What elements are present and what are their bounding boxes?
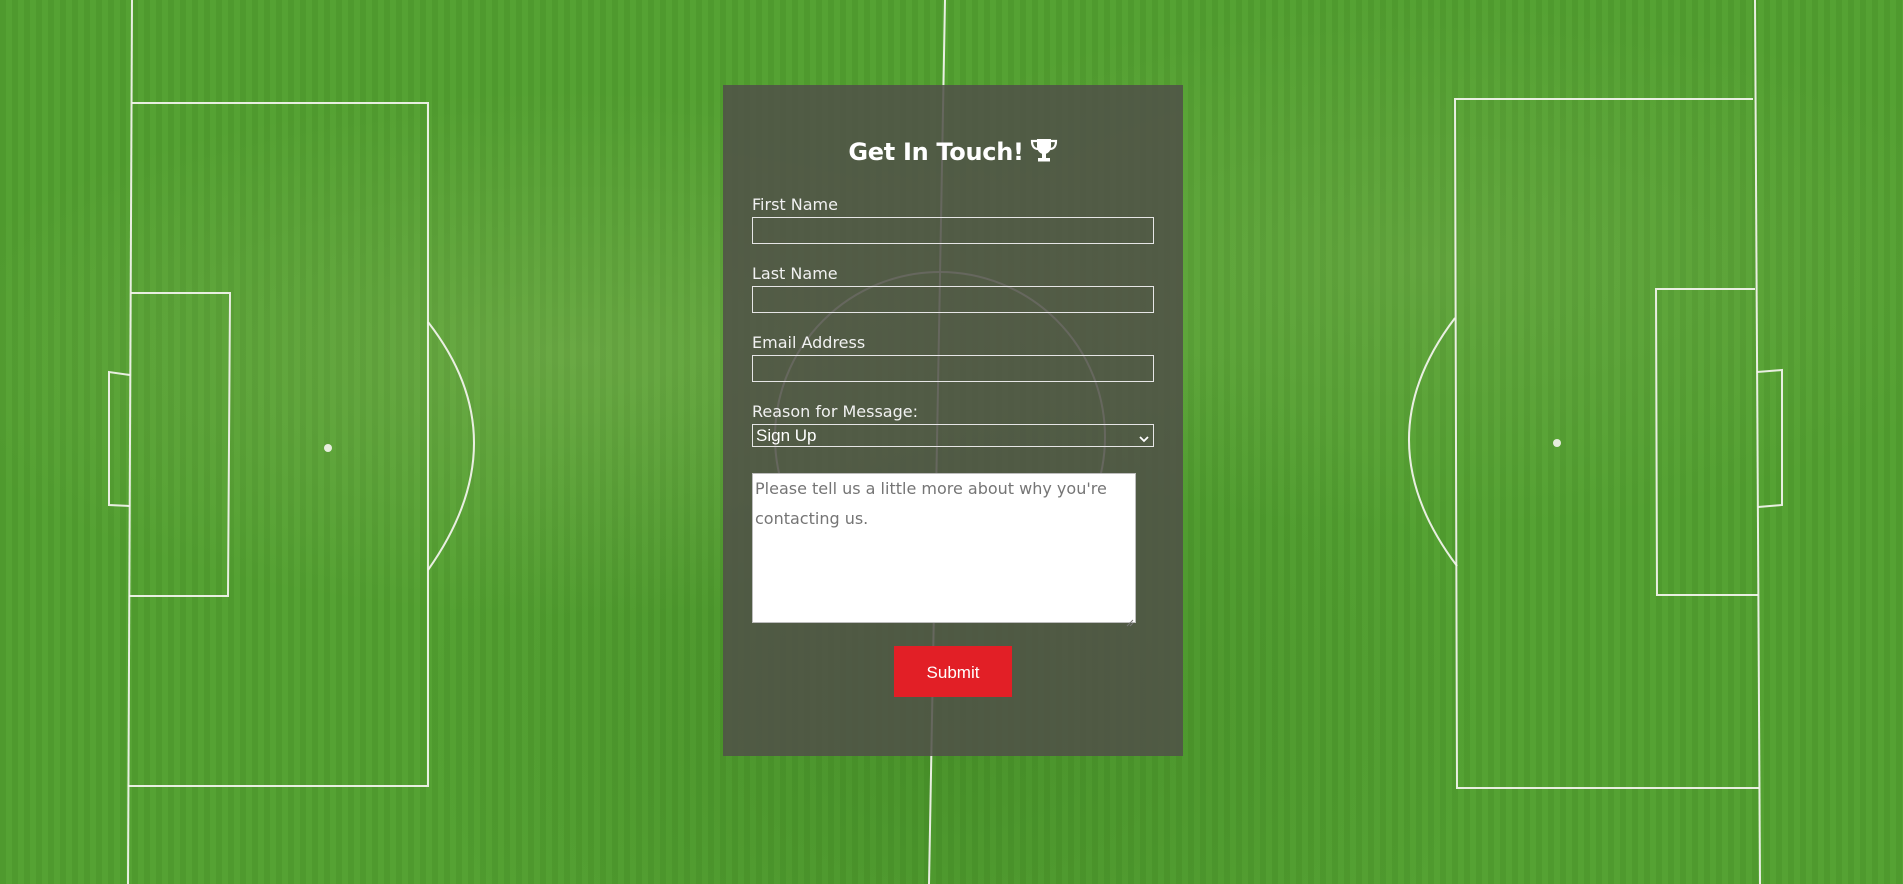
trophy-icon [1030, 135, 1058, 175]
right-goal-line [1754, 0, 1761, 884]
email-input[interactable] [752, 355, 1154, 382]
message-textarea[interactable]: Please tell us a little more about why y… [752, 473, 1136, 627]
resize-handle-icon[interactable] [1125, 612, 1134, 627]
submit-row: Submit [752, 646, 1154, 697]
right-goal-area [1654, 288, 1758, 596]
last-name-label: Last Name [752, 264, 838, 283]
chevron-down-icon [1138, 430, 1150, 443]
left-penalty-spot [324, 444, 332, 452]
left-goal-area [129, 292, 232, 597]
contact-form: First Name Last Name Email Address Reaso… [752, 195, 1154, 697]
contact-form-panel: Get In Touch! First Name Last Name Email… [723, 85, 1183, 756]
first-name-label: First Name [752, 195, 838, 214]
left-penalty-area [128, 102, 429, 787]
left-goal [108, 370, 131, 507]
last-name-input[interactable] [752, 286, 1154, 313]
first-name-input[interactable] [752, 217, 1154, 244]
right-penalty-area [1453, 98, 1759, 789]
message-placeholder: Please tell us a little more about why y… [755, 479, 1107, 528]
reason-label: Reason for Message: [752, 402, 918, 421]
submit-button[interactable]: Submit [894, 646, 1012, 697]
form-title: Get In Touch! [752, 85, 1154, 172]
left-goal-line [127, 0, 133, 884]
reason-selected-value: Sign Up [756, 426, 817, 445]
left-penalty-arc [427, 321, 475, 571]
right-penalty-spot [1553, 439, 1561, 447]
email-label: Email Address [752, 333, 866, 352]
form-title-text: Get In Touch! [848, 138, 1024, 166]
right-goal [1756, 368, 1783, 508]
reason-select[interactable]: Sign Up [752, 424, 1154, 447]
right-penalty-arc [1408, 317, 1458, 567]
